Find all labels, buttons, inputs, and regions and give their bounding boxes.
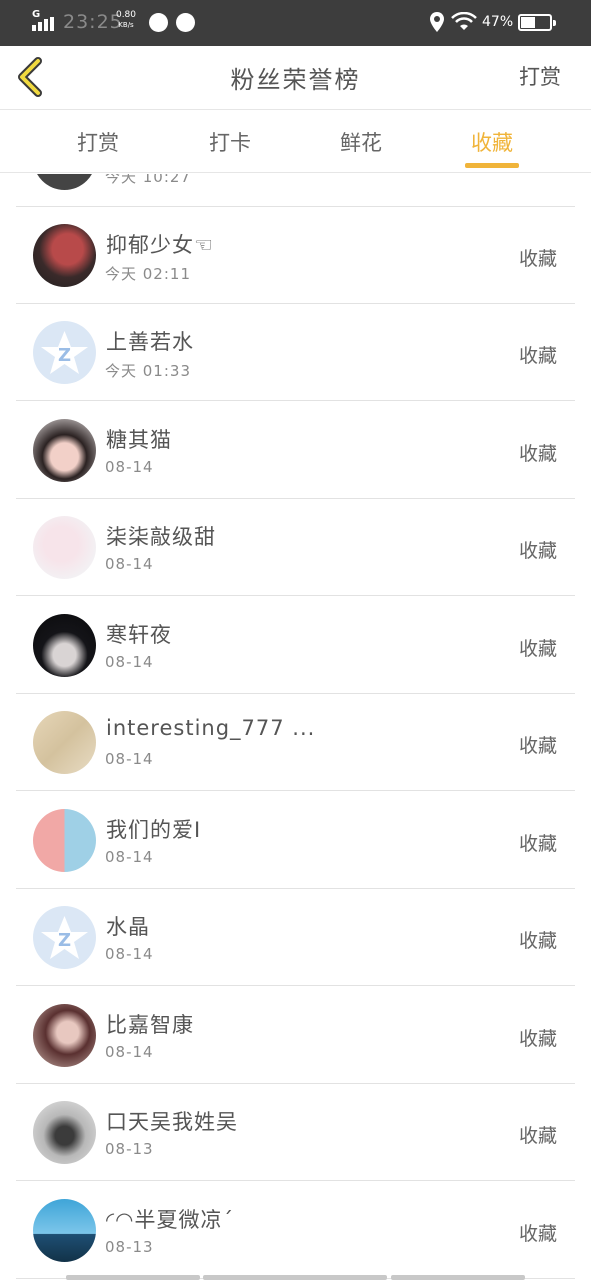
item-time: 08-14 bbox=[105, 945, 154, 963]
item-name: 上善若水 bbox=[106, 330, 194, 354]
list-item[interactable]: 糖其猫 08-14 收藏 bbox=[16, 402, 575, 499]
list-item[interactable]: 寒轩夜 08-14 收藏 bbox=[16, 597, 575, 694]
item-action: 收藏 bbox=[518, 638, 557, 660]
tab-bar: 打赏 打卡 鲜花 收藏 bbox=[0, 111, 591, 173]
item-time: 08-14 bbox=[105, 848, 154, 866]
item-action: 收藏 bbox=[518, 930, 557, 952]
list-item[interactable]: Z 上善若水 今天 01:33 收藏 bbox=[16, 304, 575, 401]
item-action: 收藏 bbox=[518, 345, 557, 367]
list-item[interactable]: Z 水晶 08-14 收藏 bbox=[16, 889, 575, 986]
avatar bbox=[33, 516, 96, 579]
avatar bbox=[33, 1101, 96, 1164]
tab-favorites[interactable]: 收藏 bbox=[452, 127, 532, 168]
item-time: 今天 01:33 bbox=[105, 362, 191, 380]
page-title: 粉丝荣誉榜 bbox=[230, 66, 361, 94]
item-action: 收藏 bbox=[518, 443, 557, 465]
clock: 23:25 bbox=[63, 11, 123, 33]
item-name: 糖其猫 bbox=[106, 428, 172, 452]
active-tab-indicator bbox=[465, 163, 519, 168]
gesture-bar-left bbox=[66, 1275, 200, 1280]
tab-reward[interactable]: 打赏 bbox=[58, 127, 138, 157]
item-time: 08-13 bbox=[105, 1140, 154, 1158]
item-time: 08-14 bbox=[105, 458, 154, 476]
item-time: 今天 10:27 bbox=[105, 174, 191, 186]
avatar bbox=[33, 224, 96, 287]
item-action: 收藏 bbox=[518, 833, 557, 855]
item-time: 08-14 bbox=[105, 750, 154, 768]
avatar bbox=[33, 419, 96, 482]
item-name: 水晶 bbox=[106, 915, 150, 939]
avatar: Z bbox=[33, 321, 96, 384]
list-item-partial[interactable]: 今天 10:27 bbox=[16, 174, 575, 207]
location-icon bbox=[430, 12, 444, 32]
list-item[interactable]: 我们的爱I 08-14 收藏 bbox=[16, 792, 575, 889]
item-action: 收藏 bbox=[518, 248, 557, 270]
item-time: 今天 02:11 bbox=[105, 265, 191, 283]
item-time: 08-14 bbox=[105, 653, 154, 671]
item-name: 抑郁少女☜ bbox=[106, 233, 214, 257]
item-action: 收藏 bbox=[518, 1125, 557, 1147]
gesture-bar-center bbox=[203, 1275, 387, 1280]
avatar bbox=[33, 174, 96, 190]
item-action: 收藏 bbox=[518, 1028, 557, 1050]
item-name: 我们的爱I bbox=[106, 818, 202, 842]
item-time: 08-13 bbox=[105, 1238, 154, 1256]
avatar bbox=[33, 711, 96, 774]
tab-checkin[interactable]: 打卡 bbox=[190, 127, 270, 157]
fan-list: 今天 10:27 抑郁少女☜ 今天 02:11 收藏 Z 上善若水 今天 01:… bbox=[0, 174, 591, 1280]
avatar bbox=[33, 1004, 96, 1067]
item-name: 比嘉智康 bbox=[106, 1013, 194, 1037]
avatar bbox=[33, 614, 96, 677]
avatar: Z bbox=[33, 906, 96, 969]
item-action: 收藏 bbox=[518, 1223, 557, 1245]
battery-icon bbox=[518, 14, 556, 31]
notification-app-icon bbox=[149, 13, 168, 32]
item-name: ◜◠半夏微凉ˊ bbox=[106, 1208, 234, 1232]
list-item[interactable]: 比嘉智康 08-14 收藏 bbox=[16, 987, 575, 1084]
battery-percent: 47% bbox=[482, 14, 514, 30]
item-name: 柒柒敲级甜 bbox=[106, 525, 216, 549]
tab-flowers[interactable]: 鲜花 bbox=[321, 127, 401, 157]
item-name: interesting_777 ... bbox=[106, 716, 316, 740]
default-avatar-icon: Z bbox=[41, 916, 88, 959]
list-item[interactable]: 柒柒敲级甜 08-14 收藏 bbox=[16, 499, 575, 596]
avatar bbox=[33, 1199, 96, 1262]
network-speed: 0.80 KB/s bbox=[115, 10, 137, 29]
list-item[interactable]: interesting_777 ... 08-14 收藏 bbox=[16, 694, 575, 791]
wifi-icon bbox=[451, 12, 477, 30]
svg-text:Z: Z bbox=[58, 345, 71, 366]
nav-bar: 粉丝荣誉榜 打赏 bbox=[0, 46, 591, 110]
item-action: 收藏 bbox=[518, 735, 557, 757]
speedometer-icon bbox=[176, 13, 195, 32]
default-avatar-icon: Z bbox=[41, 331, 88, 374]
item-time: 08-14 bbox=[105, 1043, 154, 1061]
gesture-bar-right bbox=[391, 1275, 525, 1280]
list-item[interactable]: ◜◠半夏微凉ˊ 08-13 收藏 bbox=[16, 1182, 575, 1279]
item-name: 口天吴我姓吴 bbox=[106, 1110, 238, 1134]
status-bar: G 23:25 0.80 KB/s 47% bbox=[0, 0, 591, 46]
item-action: 收藏 bbox=[518, 540, 557, 562]
list-item[interactable]: 抑郁少女☜ 今天 02:11 收藏 bbox=[16, 207, 575, 304]
svg-text:Z: Z bbox=[58, 930, 71, 951]
avatar bbox=[33, 809, 96, 872]
item-time: 08-14 bbox=[105, 555, 154, 573]
signal-icon: G bbox=[32, 9, 56, 31]
item-name: 寒轩夜 bbox=[106, 623, 172, 647]
reward-button[interactable]: 打赏 bbox=[519, 61, 561, 91]
list-item[interactable]: 口天吴我姓吴 08-13 收藏 bbox=[16, 1084, 575, 1181]
